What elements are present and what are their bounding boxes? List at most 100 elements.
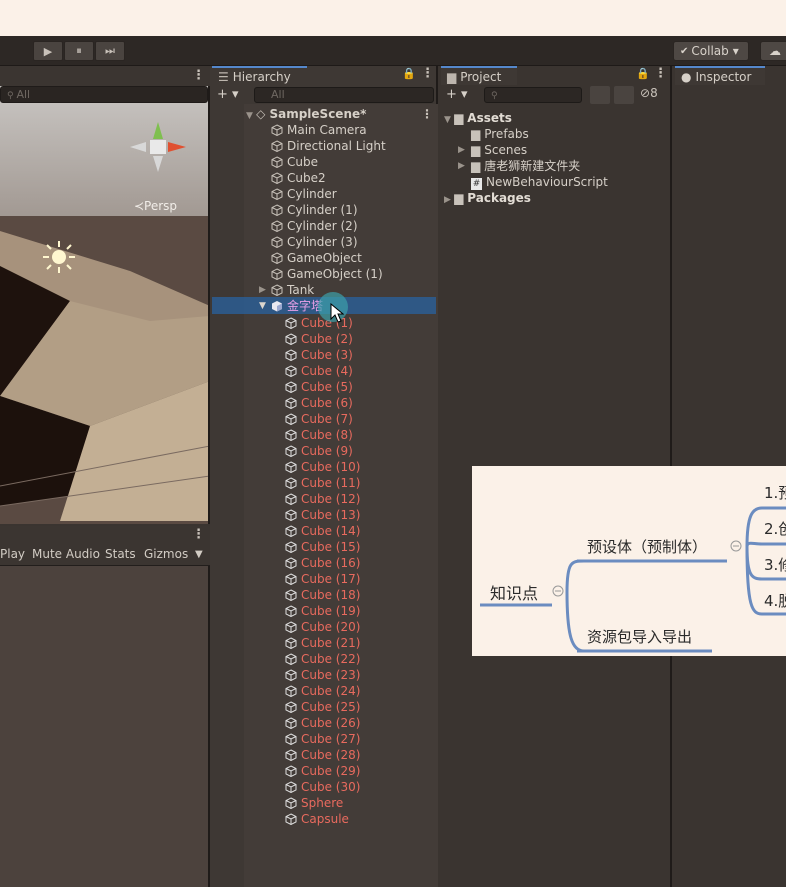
- mindmap-root: 知识点: [490, 584, 539, 603]
- tab-project[interactable]: ▆ Project: [441, 66, 517, 85]
- tag-icon[interactable]: [614, 86, 634, 104]
- hierarchy-item[interactable]: ▶ Tank: [259, 282, 315, 298]
- sun-icon[interactable]: [42, 240, 76, 274]
- lock-icon[interactable]: 🔒: [402, 67, 416, 80]
- hierarchy-item-label: Tank: [287, 283, 315, 297]
- hierarchy-add-button[interactable]: + ▾: [217, 87, 239, 102]
- hierarchy-child-item[interactable]: Cube (2): [285, 331, 353, 347]
- hierarchy-child-item[interactable]: Cube (17): [285, 571, 360, 587]
- hierarchy-more-icon[interactable]: ⋮: [421, 66, 434, 81]
- persp-label[interactable]: ≺Persp: [134, 199, 177, 213]
- check-icon: ✔: [680, 45, 689, 57]
- hierarchy-item[interactable]: Cylinder (2): [271, 218, 358, 234]
- hierarchy-item[interactable]: Main Camera: [271, 122, 367, 138]
- gizmos-dropdown-icon[interactable]: ▼: [195, 549, 203, 560]
- project-item[interactable]: ▶ ▆ Scenes: [458, 142, 527, 158]
- project-add-button[interactable]: + ▾: [446, 87, 468, 102]
- project-packages-row[interactable]: ▶ ▆ Packages: [444, 190, 531, 206]
- hierarchy-child-item[interactable]: Cube (10): [285, 459, 360, 475]
- game-more-icon[interactable]: ⋮: [192, 527, 205, 542]
- play-mode-button[interactable]: Play: [0, 547, 25, 561]
- hierarchy-child-item[interactable]: Cube (5): [285, 379, 353, 395]
- hierarchy-child-item[interactable]: Cube (7): [285, 411, 353, 427]
- hierarchy-child-item[interactable]: Cube (14): [285, 523, 360, 539]
- folder-icon: ▆: [454, 111, 464, 125]
- project-lock-icon[interactable]: 🔒: [636, 67, 650, 80]
- hierarchy-item[interactable]: GameObject: [271, 250, 362, 266]
- hierarchy-child-item[interactable]: Cube (30): [285, 779, 360, 795]
- hierarchy-item-label: Cube (15): [301, 540, 361, 554]
- chevron-right-icon[interactable]: ▶: [458, 158, 465, 174]
- chevron-down-icon[interactable]: ▼: [259, 298, 266, 314]
- hierarchy-child-item[interactable]: Cube (23): [285, 667, 360, 683]
- cloud-button[interactable]: ☁: [760, 41, 786, 61]
- play-button[interactable]: ▶: [33, 41, 63, 61]
- game-view[interactable]: [0, 526, 210, 887]
- hierarchy-child-item[interactable]: Cube (18): [285, 587, 360, 603]
- hierarchy-child-item[interactable]: Sphere: [285, 795, 343, 811]
- hierarchy-child-item[interactable]: Cube (22): [285, 651, 360, 667]
- hierarchy-child-item[interactable]: Cube (25): [285, 699, 360, 715]
- hierarchy-child-item[interactable]: Cube (21): [285, 635, 360, 651]
- hierarchy-item[interactable]: Cylinder: [271, 186, 337, 202]
- chevron-right-icon[interactable]: ▶: [259, 282, 266, 298]
- tab-hierarchy[interactable]: ☰ Hierarchy: [212, 66, 307, 85]
- hierarchy-child-item[interactable]: Cube (6): [285, 395, 353, 411]
- step-button[interactable]: ⏭: [95, 41, 125, 61]
- project-search-input[interactable]: ⚲: [484, 87, 582, 103]
- gameobject-icon: [285, 765, 297, 777]
- scene-more-icon[interactable]: ⋮: [421, 106, 433, 122]
- hierarchy-child-item[interactable]: Cube (13): [285, 507, 360, 523]
- scene-search-input[interactable]: ⚲ All: [0, 86, 208, 103]
- folder-icon: ▆: [471, 143, 481, 157]
- hidden-count-button[interactable]: ⊘8: [640, 86, 670, 104]
- project-item[interactable]: ▶ ▆ 唐老狮新建文件夹: [458, 158, 580, 174]
- scene-view[interactable]: ≺Persp: [0, 66, 210, 524]
- mindmap-leaf: 3.修: [764, 556, 786, 574]
- scene-more-icon[interactable]: ⋮: [192, 68, 205, 83]
- hierarchy-child-item[interactable]: Cube (16): [285, 555, 360, 571]
- hierarchy-child-item[interactable]: Cube (27): [285, 731, 360, 747]
- stats-button[interactable]: Stats: [105, 547, 136, 561]
- chevron-down-icon[interactable]: ▼: [444, 115, 454, 125]
- hierarchy-child-item[interactable]: Cube (11): [285, 475, 360, 491]
- hierarchy-child-item[interactable]: Cube (9): [285, 443, 353, 459]
- pause-button[interactable]: ⏸: [64, 41, 94, 61]
- project-assets-row[interactable]: ▼ ▆ Assets: [444, 110, 512, 126]
- hierarchy-child-item[interactable]: Cube (29): [285, 763, 360, 779]
- mute-audio-button[interactable]: Mute Audio: [32, 547, 100, 561]
- hierarchy-child-item[interactable]: Cube (3): [285, 347, 353, 363]
- project-more-icon[interactable]: ⋮: [654, 66, 667, 81]
- hierarchy-item[interactable]: Cube: [271, 154, 318, 170]
- scene-row[interactable]: ▼ ◇ SampleScene*: [246, 106, 366, 122]
- hierarchy-child-item[interactable]: Capsule: [285, 811, 349, 827]
- chevron-right-icon[interactable]: ▶: [444, 195, 454, 205]
- project-item[interactable]: ▆ Prefabs: [471, 126, 529, 142]
- hierarchy-child-item[interactable]: Cube (12): [285, 491, 360, 507]
- gizmos-button[interactable]: Gizmos: [144, 547, 188, 561]
- filter-type-button[interactable]: [590, 86, 610, 104]
- chevron-down-icon[interactable]: ▼: [246, 111, 256, 121]
- hierarchy-child-item[interactable]: Cube (24): [285, 683, 360, 699]
- chevron-right-icon[interactable]: ▶: [458, 142, 465, 158]
- hierarchy-child-item[interactable]: Cube (28): [285, 747, 360, 763]
- hierarchy-search-input[interactable]: All: [254, 87, 434, 103]
- hierarchy-item[interactable]: Cylinder (3): [271, 234, 358, 250]
- project-item[interactable]: # NewBehaviourScript: [471, 174, 608, 190]
- hierarchy-item[interactable]: GameObject (1): [271, 266, 383, 282]
- tab-inspector[interactable]: ● Inspector: [675, 66, 765, 85]
- hierarchy-item[interactable]: Cylinder (1): [271, 202, 358, 218]
- hierarchy-child-item[interactable]: Cube (8): [285, 427, 353, 443]
- hierarchy-child-item[interactable]: Cube (15): [285, 539, 360, 555]
- hierarchy-item-selected[interactable]: ▼ 金字塔: [259, 298, 323, 314]
- hierarchy-child-item[interactable]: Cube (20): [285, 619, 360, 635]
- hierarchy-item-label: Cube (25): [301, 700, 361, 714]
- hierarchy-item[interactable]: Cube2: [271, 170, 326, 186]
- hierarchy-item-label: Cylinder: [287, 187, 337, 201]
- collab-button[interactable]: ✔ Collab ▾: [673, 41, 749, 61]
- hierarchy-child-item[interactable]: Cube (26): [285, 715, 360, 731]
- axis-gizmo[interactable]: [128, 114, 188, 184]
- hierarchy-child-item[interactable]: Cube (4): [285, 363, 353, 379]
- hierarchy-item[interactable]: Directional Light: [271, 138, 386, 154]
- hierarchy-child-item[interactable]: Cube (19): [285, 603, 360, 619]
